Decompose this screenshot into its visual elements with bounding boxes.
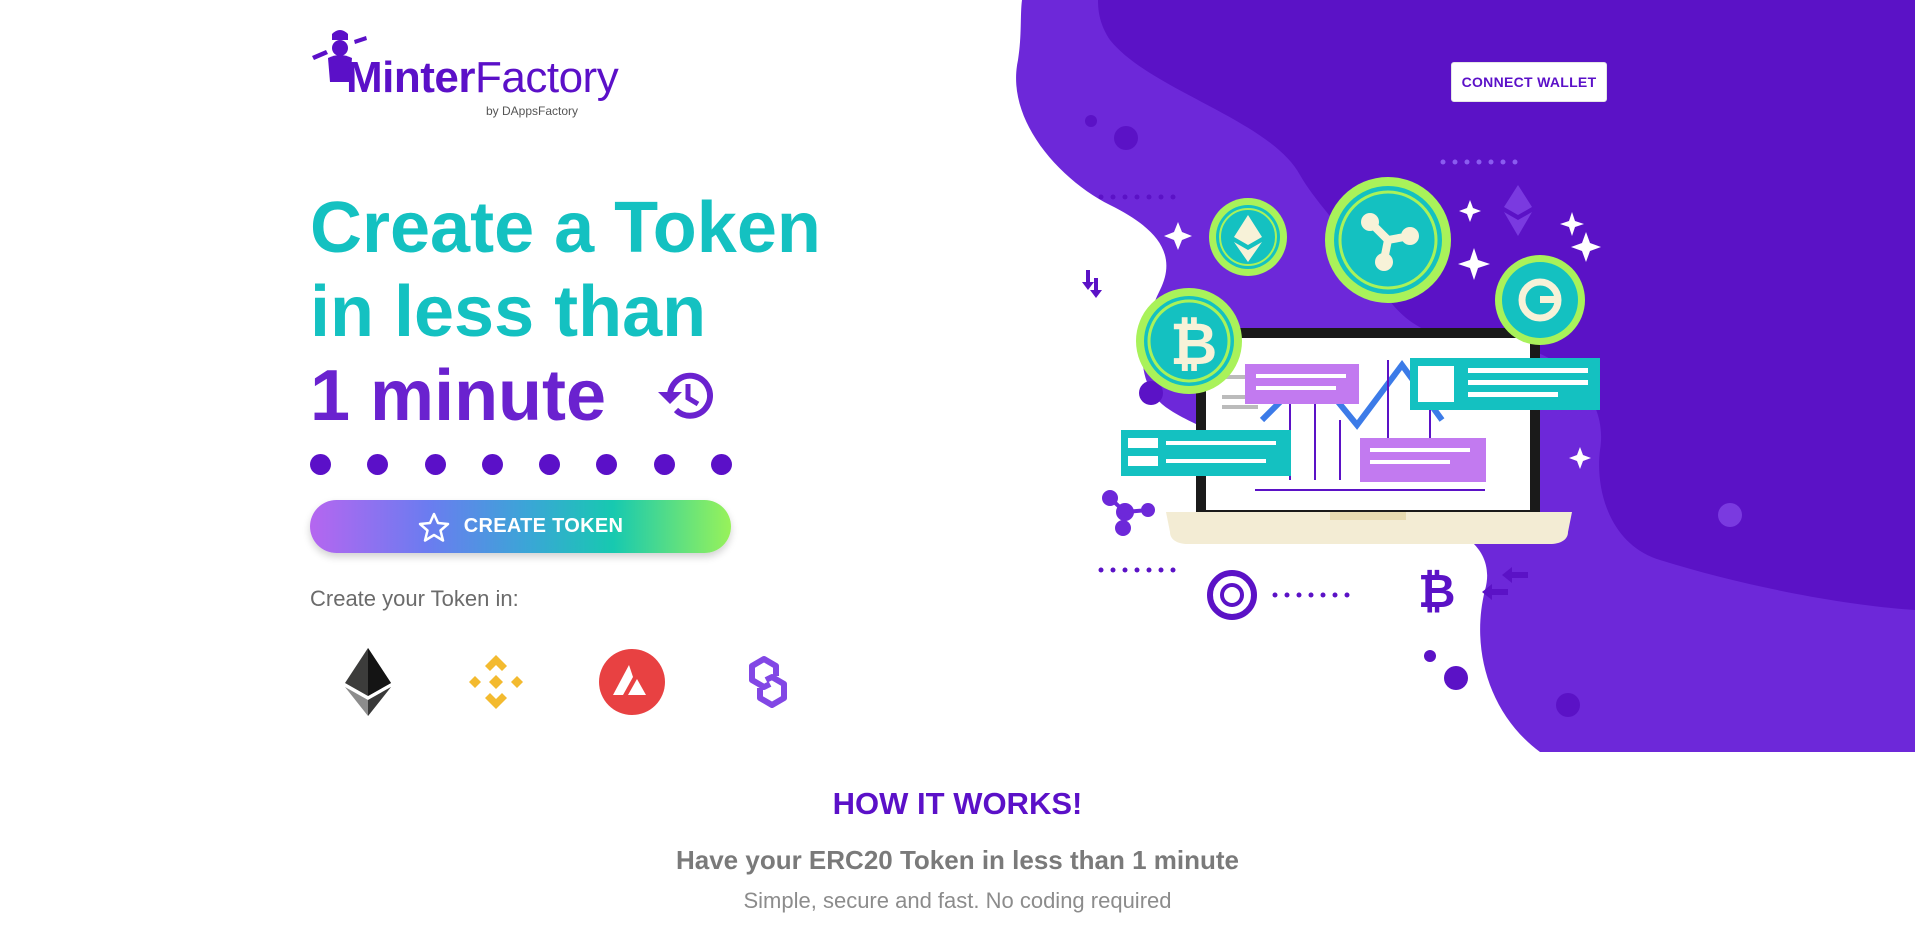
how-it-works-subtitle: Have your ERC20 Token in less than 1 min…	[675, 845, 1239, 875]
chain-binance[interactable]	[456, 642, 536, 722]
svg-text:₿: ₿	[1418, 564, 1456, 618]
connect-wallet-button[interactable]: CONNECT WALLET	[1451, 62, 1607, 102]
polygon-icon	[749, 656, 787, 708]
logo-wordmark: MinterFactory	[346, 53, 619, 102]
binance-icon	[469, 655, 523, 709]
ethereum-icon	[345, 648, 391, 716]
avalanche-icon	[599, 649, 665, 715]
headline-line-1: Create a Token	[310, 188, 821, 268]
hero-headline: Create a Token in less than 1 minute	[310, 186, 821, 438]
headline-line-3: 1 minute	[310, 354, 821, 438]
svg-text:₿: ₿	[1170, 310, 1217, 378]
chain-ethereum[interactable]	[328, 642, 408, 722]
how-it-works-title: HOW IT WORKS!	[832, 786, 1083, 821]
star-icon	[418, 512, 449, 542]
hero-background-illustration: ₿ ₿	[1016, 0, 1915, 752]
minterfactory-logo[interactable]: MinterFactory by DAppsFactory	[310, 26, 619, 122]
how-it-works-description: Simple, secure and fast. No coding requi…	[743, 888, 1172, 913]
chains-label: Create your Token in:	[310, 586, 519, 611]
chain-avalanche[interactable]	[592, 642, 672, 722]
headline-line-2: in less than	[310, 272, 707, 352]
chain-polygon[interactable]	[728, 642, 808, 722]
create-token-button[interactable]: CREATE TOKEN	[310, 500, 731, 553]
history-clock-icon	[658, 372, 714, 419]
hero-dots-divider	[310, 454, 732, 476]
create-token-label: CREATE TOKEN	[463, 515, 624, 537]
headline-line-3-text: 1 minute	[310, 356, 607, 436]
logo-byline: by DAppsFactory	[486, 104, 579, 118]
